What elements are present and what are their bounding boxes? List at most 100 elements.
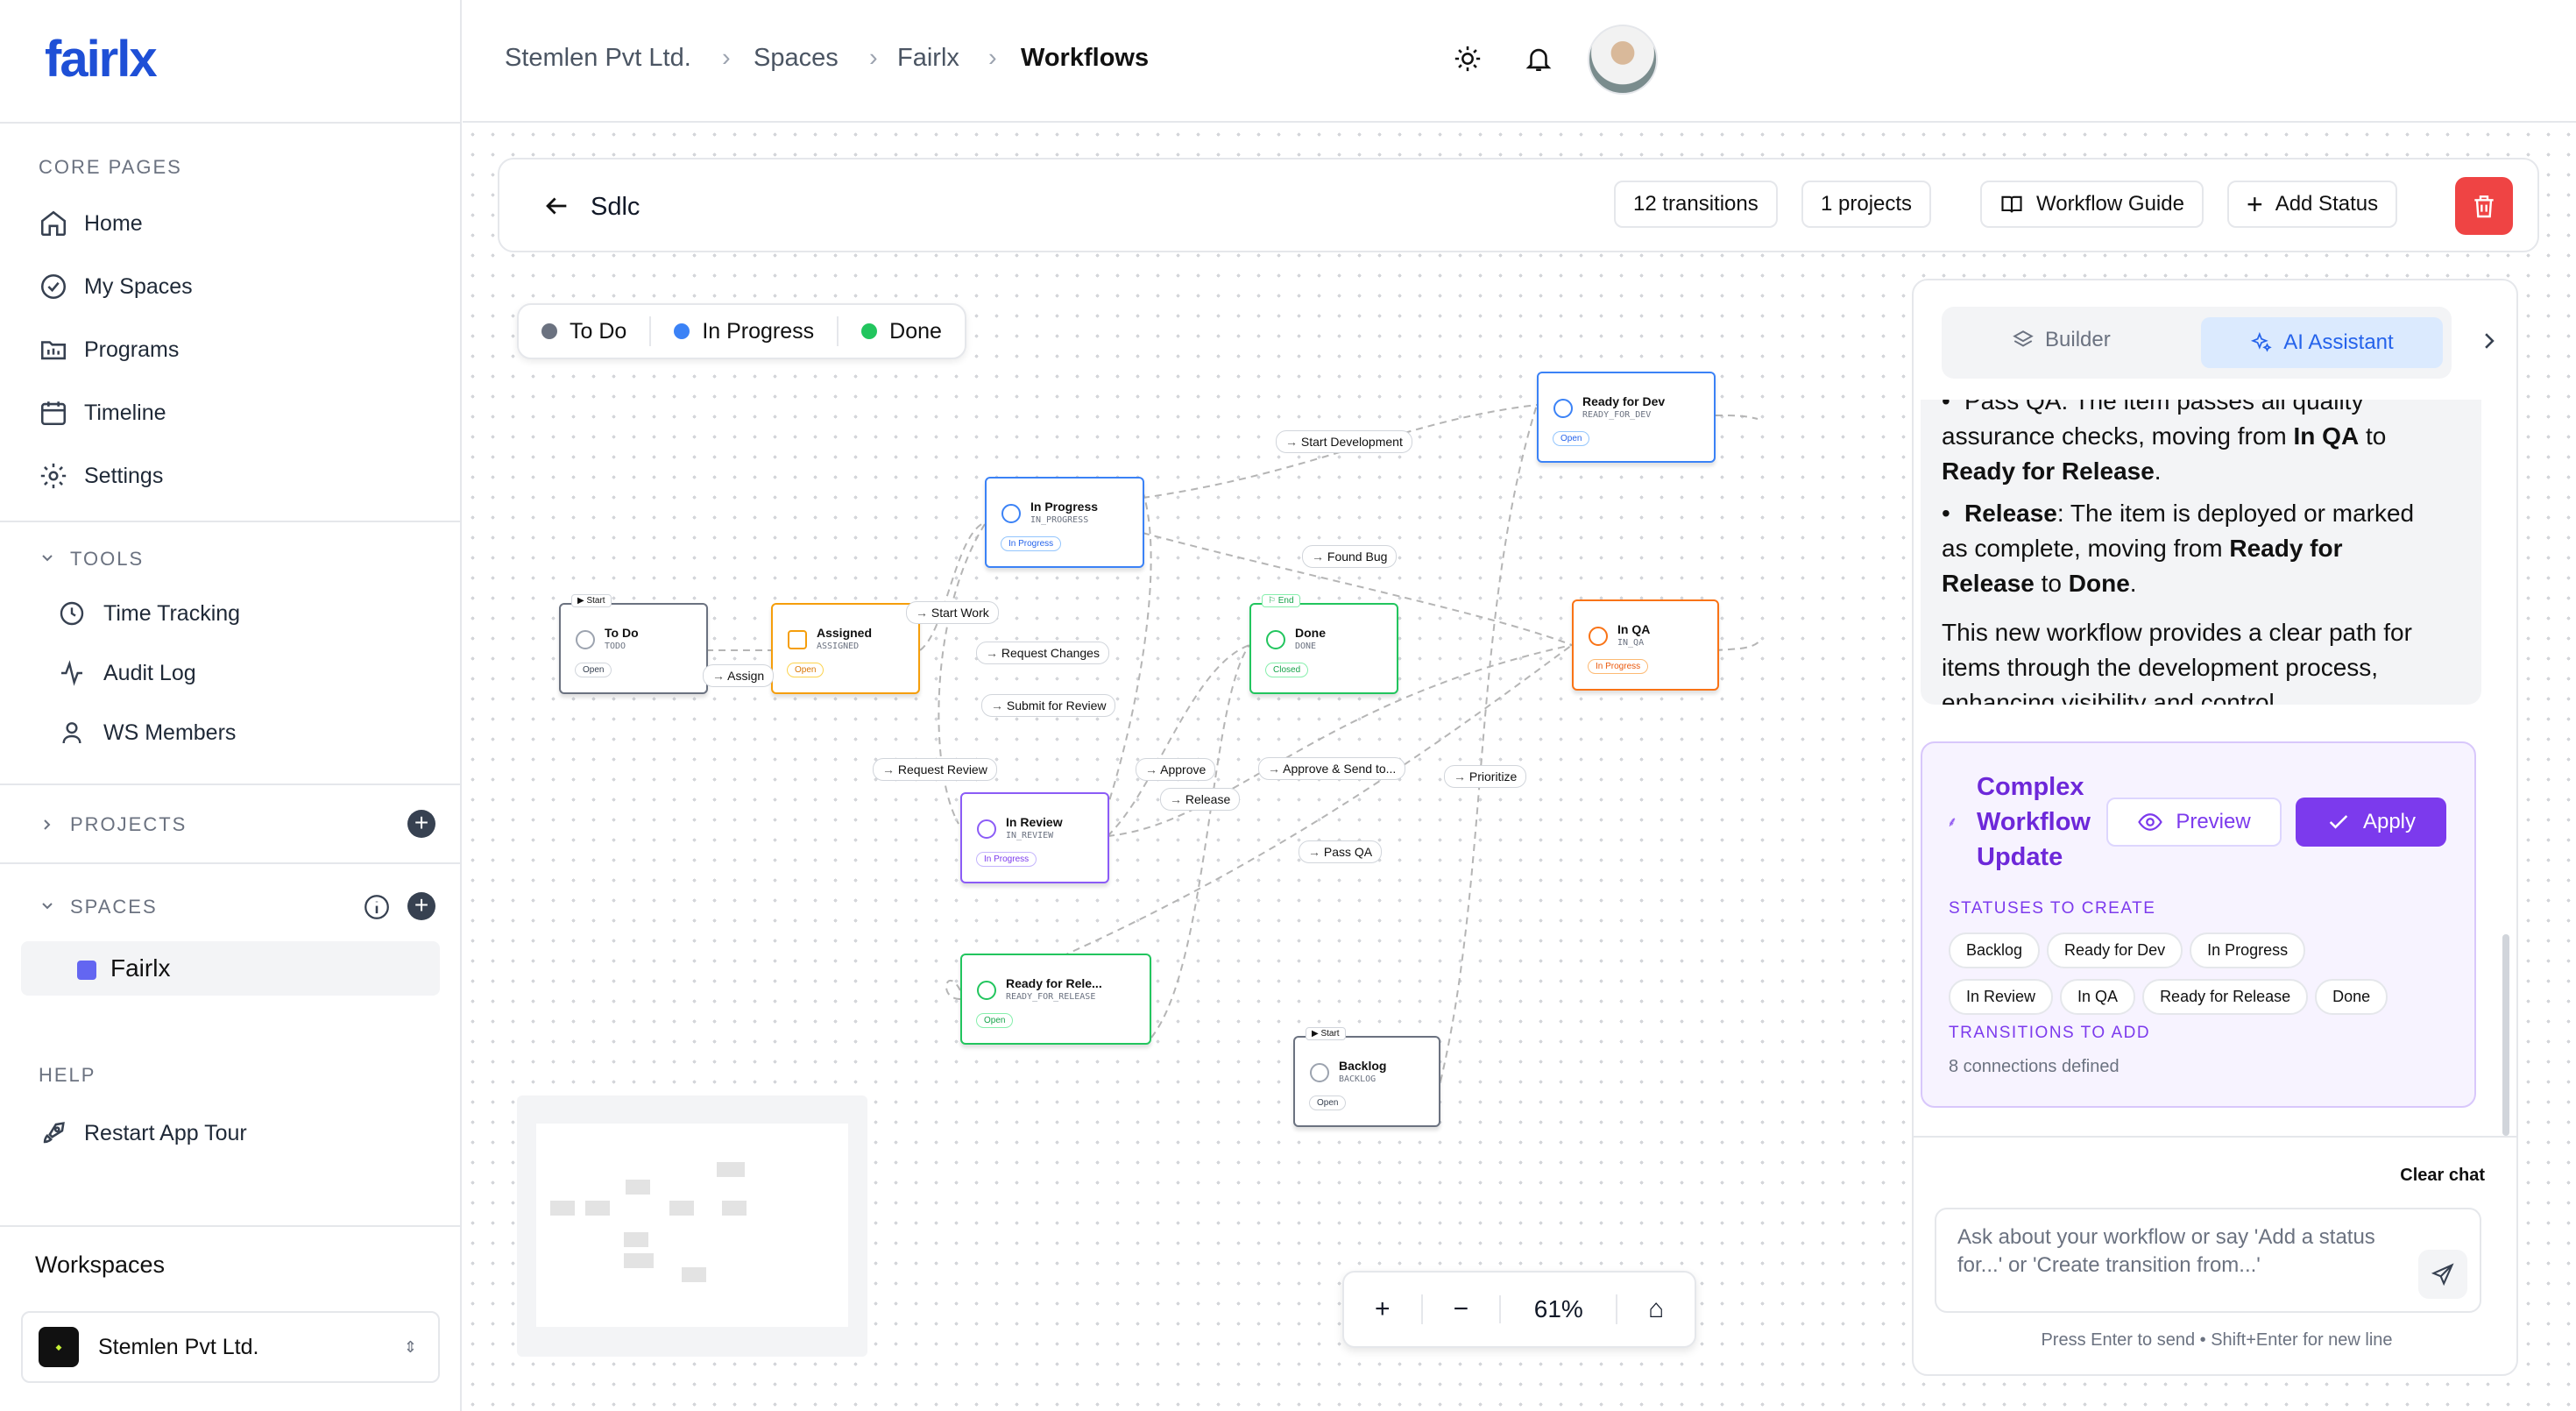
edge-label[interactable]: Prioritize — [1444, 765, 1527, 788]
side-panel: Builder AI Assistant • Pass QA: The item … — [1912, 279, 2518, 1376]
node-in-review[interactable]: In Review IN_REVIEW In Progress — [960, 792, 1109, 883]
node-backlog[interactable]: ▶ Start Backlog BACKLOG Open — [1293, 1027, 1440, 1127]
sidebar-item-timeline[interactable]: Timeline — [39, 398, 166, 428]
status-chip: Ready for Release — [2142, 979, 2309, 1015]
fit-view-button[interactable]: ⌂ — [1616, 1294, 1695, 1324]
node-status: Open — [575, 663, 612, 677]
node-status: Open — [787, 663, 824, 677]
sun-icon[interactable] — [1453, 44, 1483, 74]
edge-label[interactable]: Submit for Review — [981, 694, 1116, 717]
status-chip: In Review — [1949, 979, 2054, 1015]
zoom-out-button[interactable]: − — [1420, 1294, 1500, 1324]
add-status-button[interactable]: + Add Status — [2227, 181, 2398, 228]
message-line: to — [2034, 570, 2069, 597]
edge-label[interactable]: Start Work — [906, 601, 999, 624]
edge-label[interactable]: Request Review — [873, 758, 997, 781]
edge-label[interactable]: Assign — [703, 664, 775, 687]
zoom-controls: + − 61% ⌂ — [1342, 1271, 1696, 1348]
sidebar-item-fairlx[interactable]: Fairlx — [21, 941, 440, 996]
edge-label[interactable]: Release — [1160, 788, 1241, 811]
node-title: To Do — [605, 626, 639, 640]
back-arrow-icon[interactable] — [541, 191, 571, 221]
message-line: assurance checks, moving from — [1942, 422, 2294, 450]
scrollbar[interactable] — [2502, 934, 2509, 1136]
sidebar-item-audit-log[interactable]: Audit Log — [58, 659, 196, 687]
minimap[interactable] — [517, 1095, 867, 1357]
chevron-right-icon: › — [988, 44, 997, 72]
info-icon[interactable] — [362, 892, 392, 922]
sidebar-item-label: Programs — [84, 337, 180, 362]
zoom-in-button[interactable]: + — [1344, 1294, 1421, 1324]
legend-label: Done — [889, 318, 942, 344]
tab-label: Builder — [2045, 328, 2111, 351]
minimap-viewport — [536, 1124, 848, 1327]
message-bold: Release — [1942, 570, 2035, 597]
sidebar-item-label: My Spaces — [84, 273, 193, 299]
workflow-guide-button[interactable]: Workflow Guide — [1980, 181, 2204, 228]
node-ready-for-dev[interactable]: Ready for Dev READY_FOR_DEV Open — [1537, 372, 1716, 463]
edge-label[interactable]: Approve — [1136, 758, 1216, 781]
add-status-label: Add Status — [2275, 192, 2379, 216]
apply-button[interactable]: Apply — [2296, 798, 2446, 847]
node-done[interactable]: ⚐ End Done DONE Closed — [1249, 594, 1398, 694]
workspace-switcher[interactable]: ◆ Stemlen Pvt Ltd. ⇕ — [21, 1311, 440, 1383]
message-line: Pass QA: The item passes all quality — [1964, 400, 2364, 415]
edge-label[interactable]: Approve & Send to... — [1258, 757, 1406, 780]
rocket-icon — [39, 1118, 68, 1148]
sparkles-icon — [2251, 331, 2272, 352]
chevron-right-icon[interactable] — [2478, 330, 2501, 352]
node-status: In Progress — [1001, 536, 1062, 551]
add-space-button[interactable]: + — [407, 892, 435, 920]
node-assigned[interactable]: Assigned ASSIGNED Open — [771, 603, 920, 694]
breadcrumb-item[interactable]: Spaces — [754, 44, 839, 73]
status-legend: To Do In Progress Done — [517, 303, 966, 359]
bell-icon[interactable] — [1524, 44, 1553, 74]
node-key: READY_FOR_RELEASE — [1006, 992, 1096, 1002]
sparkle-icon: ⸙ — [1947, 815, 1958, 830]
node-title: Backlog — [1339, 1059, 1387, 1073]
chevron-updown-icon: ⇕ — [403, 1337, 417, 1356]
circle-icon — [576, 630, 595, 649]
node-in-qa[interactable]: In QA IN_QA In Progress — [1572, 599, 1719, 691]
logo[interactable]: fairlx — [45, 30, 158, 89]
message-bold: In QA — [2293, 422, 2360, 450]
message-bold: Ready for Release — [1942, 457, 2155, 485]
breadcrumb-item[interactable]: Fairlx — [897, 44, 959, 73]
node-ready-for-release[interactable]: Ready for Rele... READY_FOR_RELEASE Open — [960, 954, 1151, 1045]
node-in-progress[interactable]: In Progress IN_PROGRESS In Progress — [985, 477, 1144, 568]
node-key: TODO — [605, 642, 626, 651]
tab-builder[interactable]: Builder — [2012, 328, 2111, 352]
sidebar-item-my-spaces[interactable]: My Spaces — [39, 272, 193, 301]
sidebar-item-label: Restart App Tour — [84, 1120, 247, 1145]
send-button[interactable] — [2418, 1250, 2467, 1299]
breadcrumb-item[interactable]: Stemlen Pvt Ltd. — [505, 44, 691, 73]
edge-label[interactable]: Pass QA — [1299, 840, 1383, 863]
calendar-icon — [39, 398, 68, 428]
edge-label[interactable]: Request Changes — [976, 642, 1109, 664]
chevron-down-icon[interactable] — [39, 550, 56, 567]
add-project-button[interactable]: + — [407, 810, 435, 838]
user-icon — [58, 719, 86, 747]
sidebar-item-settings[interactable]: Settings — [39, 461, 163, 491]
chevron-down-icon[interactable] — [39, 897, 56, 915]
sidebar-item-home[interactable]: Home — [39, 209, 143, 238]
tab-ai-assistant[interactable]: AI Assistant — [2201, 317, 2443, 368]
clear-chat-button[interactable]: Clear chat — [2400, 1166, 2485, 1186]
message-bold: Ready for — [2229, 535, 2343, 562]
chevron-right-icon[interactable] — [39, 816, 56, 833]
node-todo[interactable]: ▶ Start To Do TODO Open — [559, 594, 708, 694]
preview-button[interactable]: Preview — [2106, 798, 2282, 847]
sidebar-item-time-tracking[interactable]: Time Tracking — [58, 599, 240, 628]
sidebar-item-programs[interactable]: Programs — [39, 335, 179, 365]
delete-button[interactable] — [2455, 177, 2513, 235]
statuses-title: STATUSES TO CREATE — [1949, 899, 2156, 918]
sidebar-item-label: WS Members — [103, 720, 237, 745]
chat-input[interactable]: Ask about your workflow or say 'Add a st… — [1935, 1208, 2481, 1313]
sidebar-item-restart-tour[interactable]: Restart App Tour — [39, 1118, 247, 1148]
edge-label[interactable]: Start Development — [1276, 430, 1412, 453]
edge-label[interactable]: Found Bug — [1302, 545, 1398, 568]
avatar[interactable] — [1588, 25, 1658, 95]
sidebar-item-ws-members[interactable]: WS Members — [58, 719, 236, 747]
node-key: READY_FOR_DEV — [1582, 410, 1652, 420]
sidebar-item-label: Time Tracking — [103, 600, 241, 626]
